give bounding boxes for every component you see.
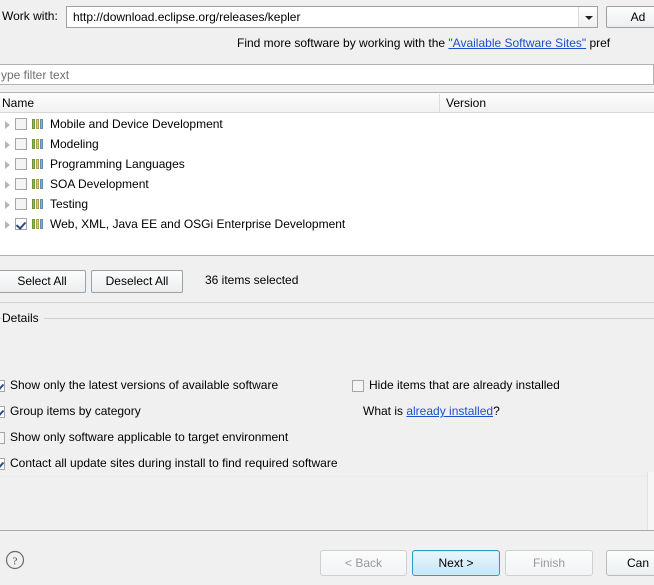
- what-is-suffix: ?: [493, 404, 500, 418]
- expand-arrow-icon[interactable]: [5, 141, 10, 149]
- what-is-prefix: What is: [363, 404, 407, 418]
- column-header-name[interactable]: Name: [2, 96, 34, 110]
- checkbox[interactable]: [0, 432, 5, 444]
- selection-toolbar: Select All Deselect All 36 items selecte…: [0, 270, 654, 294]
- scrollbar-track[interactable]: [647, 472, 654, 530]
- finish-button[interactable]: Finish: [505, 550, 593, 576]
- svg-text:?: ?: [13, 556, 18, 568]
- filter-placeholder: ype filter text: [1, 68, 70, 82]
- checkbox[interactable]: [0, 406, 5, 418]
- expand-arrow-icon[interactable]: [5, 201, 10, 209]
- add-site-button[interactable]: Ad: [606, 6, 654, 28]
- tree-row[interactable]: Web, XML, Java EE and OSGi Enterprise De…: [0, 214, 654, 234]
- column-header-version[interactable]: Version: [446, 96, 486, 110]
- details-label: Details: [2, 311, 44, 325]
- find-more-prefix: Find more software by working with the: [237, 36, 449, 50]
- find-more-suffix: pref: [586, 36, 611, 50]
- tree-row-label: SOA Development: [50, 177, 149, 191]
- tree-row[interactable]: Mobile and Device Development: [0, 114, 654, 134]
- next-button[interactable]: Next >: [412, 550, 500, 576]
- checkbox[interactable]: [0, 380, 5, 392]
- work-with-row: Work with: http://download.eclipse.org/r…: [0, 4, 654, 28]
- feature-group-icon: [32, 139, 45, 149]
- back-button[interactable]: < Back: [320, 550, 407, 576]
- cancel-button[interactable]: Can: [606, 550, 654, 576]
- option-label: Hide items that are already installed: [369, 378, 560, 392]
- tree-row-checkbox[interactable]: [15, 218, 27, 230]
- option-label: Contact all update sites during install …: [10, 456, 338, 470]
- filter-input[interactable]: ype filter text: [0, 64, 654, 85]
- tree-row[interactable]: Programming Languages: [0, 154, 654, 174]
- items-selected-count: 36 items selected: [205, 273, 299, 287]
- option-label: Group items by category: [10, 404, 141, 418]
- tree-rows: Mobile and Device Development Modeling Pro…: [0, 114, 654, 254]
- checkbox[interactable]: [0, 458, 5, 470]
- work-with-combobox[interactable]: http://download.eclipse.org/releases/kep…: [66, 6, 598, 28]
- available-software-tree[interactable]: Name Version Mobile and Device Developme…: [0, 92, 654, 256]
- feature-group-icon: [32, 119, 45, 129]
- checkbox[interactable]: [352, 380, 364, 392]
- selection-divider: [0, 302, 654, 303]
- tree-row[interactable]: Testing: [0, 194, 654, 214]
- find-more-software-row: Find more software by working with the "…: [0, 34, 654, 54]
- tree-row-label: Web, XML, Java EE and OSGi Enterprise De…: [50, 217, 346, 231]
- deselect-all-button[interactable]: Deselect All: [91, 270, 183, 293]
- chevron-down-icon[interactable]: [578, 7, 597, 27]
- tree-row-checkbox[interactable]: [15, 178, 27, 190]
- already-installed-link[interactable]: already installed: [406, 404, 493, 418]
- feature-group-icon: [32, 159, 45, 169]
- what-is-already-installed-row: What is already installed?: [363, 404, 500, 418]
- find-more-software-text: Find more software by working with the "…: [237, 36, 610, 50]
- tree-column-header: Name Version: [0, 93, 654, 113]
- work-with-label: Work with:: [2, 9, 58, 23]
- bottom-filler: [0, 476, 654, 530]
- tree-row-label: Testing: [50, 197, 89, 211]
- expand-arrow-icon[interactable]: [5, 221, 10, 229]
- feature-group-icon: [32, 199, 45, 209]
- expand-arrow-icon[interactable]: [5, 181, 10, 189]
- details-panel: [0, 318, 654, 368]
- select-all-button[interactable]: Select All: [0, 270, 86, 293]
- tree-row-checkbox[interactable]: [15, 158, 27, 170]
- tree-row-label: Mobile and Device Development: [50, 117, 223, 131]
- option-label: Show only the latest versions of availab…: [10, 378, 279, 392]
- tree-row-checkbox[interactable]: [15, 198, 27, 210]
- tree-row-checkbox[interactable]: [15, 138, 27, 150]
- work-with-value: http://download.eclipse.org/releases/kep…: [73, 10, 301, 24]
- feature-group-icon: [32, 179, 45, 189]
- expand-arrow-icon[interactable]: [5, 161, 10, 169]
- install-wizard-page: Work with: http://download.eclipse.org/r…: [0, 0, 654, 585]
- tree-row-label: Programming Languages: [50, 157, 185, 171]
- details-group-line: [0, 318, 654, 319]
- available-software-sites-link[interactable]: "Available Software Sites": [448, 36, 586, 50]
- feature-group-icon: [32, 219, 45, 229]
- help-circle-icon[interactable]: ?: [5, 550, 25, 570]
- tree-row-label: Modeling: [50, 137, 99, 151]
- option-label: Show only software applicable to target …: [10, 430, 289, 444]
- expand-arrow-icon[interactable]: [5, 121, 10, 129]
- tree-row[interactable]: Modeling: [0, 134, 654, 154]
- column-divider[interactable]: [439, 94, 440, 112]
- tree-row-checkbox[interactable]: [15, 118, 27, 130]
- tree-row[interactable]: SOA Development: [0, 174, 654, 194]
